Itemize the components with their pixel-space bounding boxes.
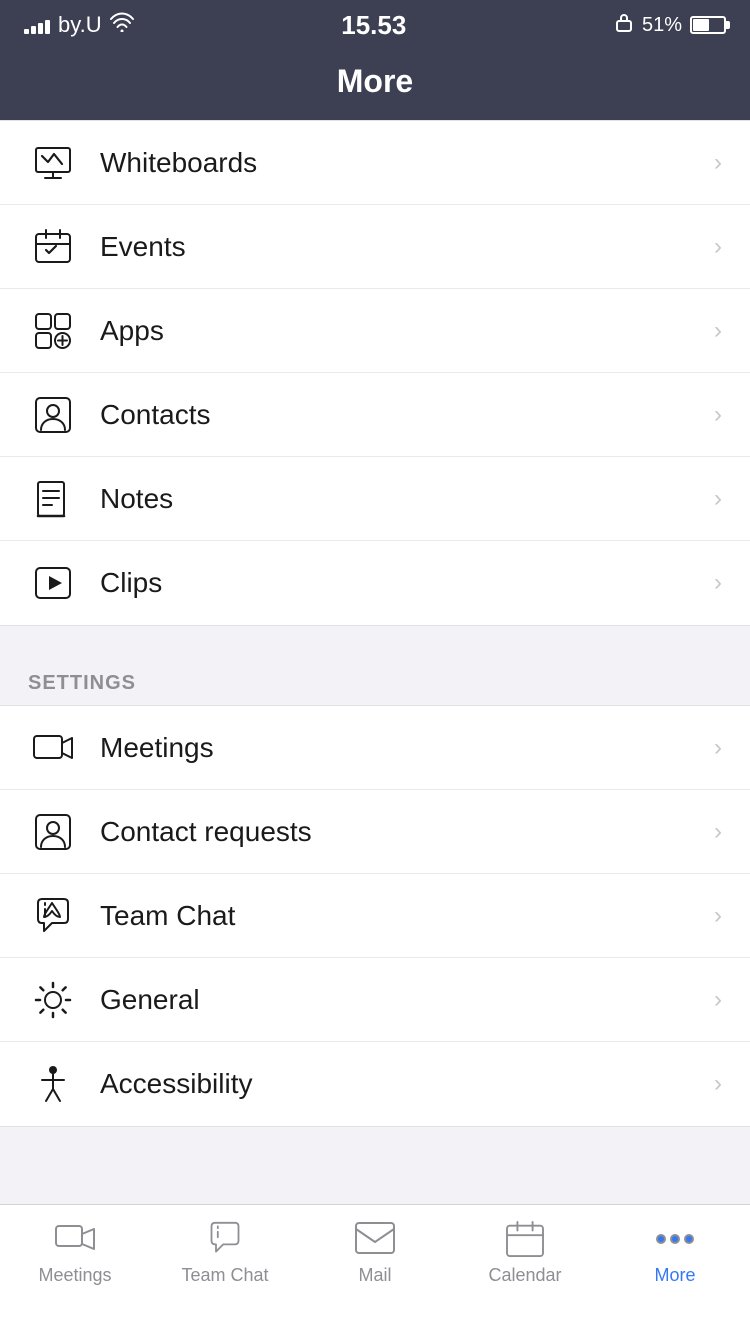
list-item-contacts[interactable]: Contacts › xyxy=(0,373,750,457)
status-bar: by.U 15.53 51% xyxy=(0,0,750,50)
list-item-notes[interactable]: Notes › xyxy=(0,457,750,541)
list-item-team-chat-settings[interactable]: Team Chat › xyxy=(0,874,750,958)
lock-icon xyxy=(614,11,634,39)
chevron-icon: › xyxy=(714,902,722,930)
signal-icon xyxy=(24,16,50,34)
apps-icon xyxy=(28,306,78,356)
events-label: Events xyxy=(100,231,706,263)
nav-item-mail[interactable]: Mail xyxy=(300,1219,450,1286)
battery-percent: 51% xyxy=(642,14,682,37)
nav-item-meetings[interactable]: Meetings xyxy=(0,1219,150,1286)
contacts-icon xyxy=(28,390,78,440)
events-icon xyxy=(28,222,78,272)
chevron-icon: › xyxy=(714,986,722,1014)
list-item-meetings[interactable]: Meetings › xyxy=(0,706,750,790)
list-item-apps[interactable]: Apps › xyxy=(0,289,750,373)
nav-meetings-label: Meetings xyxy=(38,1265,111,1286)
contact-requests-label: Contact requests xyxy=(100,816,706,848)
apps-label: Apps xyxy=(100,315,706,347)
accessibility-icon xyxy=(28,1059,78,1109)
nav-calendar-icon xyxy=(503,1219,547,1259)
list-item-clips[interactable]: Clips › xyxy=(0,541,750,625)
wifi-icon xyxy=(110,12,134,38)
contact-requests-icon xyxy=(28,807,78,857)
nav-team-chat-label: Team Chat xyxy=(181,1265,268,1286)
general-label: General xyxy=(100,984,706,1016)
nav-meetings-icon xyxy=(53,1219,97,1259)
clips-label: Clips xyxy=(100,567,706,599)
nav-item-more[interactable]: More xyxy=(600,1219,750,1286)
chevron-icon: › xyxy=(714,818,722,846)
list-item-accessibility[interactable]: Accessibility › xyxy=(0,1042,750,1126)
page-header: More xyxy=(0,50,750,120)
meetings-label: Meetings xyxy=(100,732,706,764)
team-chat-settings-icon xyxy=(28,891,78,941)
settings-section: SETTINGS Meetings › xyxy=(0,654,750,1127)
status-right: 51% xyxy=(614,11,726,39)
chevron-icon: › xyxy=(714,401,722,429)
chevron-icon: › xyxy=(714,317,722,345)
chevron-icon: › xyxy=(714,734,722,762)
list-item-events[interactable]: Events › xyxy=(0,205,750,289)
settings-list: Meetings › Contact requests › xyxy=(0,705,750,1127)
nav-team-chat-icon xyxy=(203,1219,247,1259)
chevron-icon: › xyxy=(714,569,722,597)
clips-icon xyxy=(28,558,78,608)
nav-calendar-label: Calendar xyxy=(488,1265,561,1286)
meetings-icon xyxy=(28,723,78,773)
settings-section-label: SETTINGS xyxy=(0,654,750,705)
status-left: by.U xyxy=(24,12,134,38)
list-item-whiteboards[interactable]: Whiteboards › xyxy=(0,121,750,205)
carrier-label: by.U xyxy=(58,12,102,38)
list-item-contact-requests[interactable]: Contact requests › xyxy=(0,790,750,874)
tools-section: Whiteboards › Events › xyxy=(0,120,750,626)
nav-mail-icon xyxy=(353,1219,397,1259)
list-item-general[interactable]: General › xyxy=(0,958,750,1042)
nav-item-team-chat[interactable]: Team Chat xyxy=(150,1219,300,1286)
nav-mail-label: Mail xyxy=(358,1265,391,1286)
nav-more-icon xyxy=(653,1219,697,1259)
chevron-icon: › xyxy=(714,1070,722,1098)
chevron-icon: › xyxy=(714,149,722,177)
status-time: 15.53 xyxy=(341,10,406,41)
contacts-label: Contacts xyxy=(100,399,706,431)
notes-label: Notes xyxy=(100,483,706,515)
team-chat-settings-label: Team Chat xyxy=(100,900,706,932)
chevron-icon: › xyxy=(714,485,722,513)
notes-icon xyxy=(28,474,78,524)
battery-icon xyxy=(690,16,726,34)
page-title: More xyxy=(337,63,413,100)
bottom-navigation: Meetings Team Chat Mail xyxy=(0,1204,750,1334)
general-icon xyxy=(28,975,78,1025)
whiteboard-icon xyxy=(28,138,78,188)
tools-list: Whiteboards › Events › xyxy=(0,120,750,626)
nav-more-label: More xyxy=(654,1265,695,1286)
content-area: Whiteboards › Events › xyxy=(0,120,750,1295)
chevron-icon: › xyxy=(714,233,722,261)
accessibility-label: Accessibility xyxy=(100,1068,706,1100)
nav-item-calendar[interactable]: Calendar xyxy=(450,1219,600,1286)
whiteboards-label: Whiteboards xyxy=(100,147,706,179)
